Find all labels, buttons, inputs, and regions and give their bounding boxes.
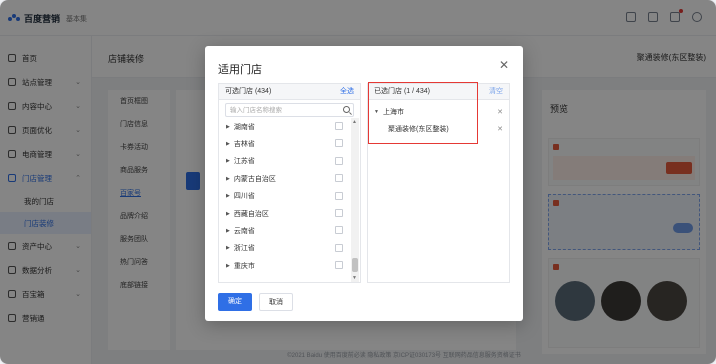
- province-label: 吉林省: [233, 141, 255, 149]
- province-item[interactable]: ▶ 云南省: [219, 222, 351, 239]
- province-checkbox[interactable]: [335, 226, 343, 235]
- search-icon[interactable]: [343, 106, 350, 113]
- province-label: 重庆市: [233, 262, 255, 270]
- province-item[interactable]: ▶ 浙江省: [219, 240, 351, 257]
- remove-store-icon[interactable]: ✕: [497, 125, 503, 133]
- province-label: 内蒙古自治区: [233, 175, 276, 183]
- province-label: 湖南省: [233, 123, 255, 131]
- province-checkbox[interactable]: [335, 261, 343, 270]
- available-stores-panel: 可选门店 (434) 全选 ▶湖南省 ▶吉林省 ▶江苏省 ▶内蒙古自治区 ▶四川…: [218, 83, 361, 283]
- dialog-title: 适用门店: [218, 64, 262, 76]
- province-label: 江苏省: [233, 158, 255, 166]
- caret-right-icon[interactable]: ▶: [226, 176, 230, 182]
- caret-right-icon[interactable]: ▶: [226, 211, 230, 217]
- cancel-button[interactable]: 取消: [259, 293, 293, 311]
- close-icon[interactable]: ✕: [499, 58, 509, 72]
- annotation-highlight-box: [368, 82, 478, 144]
- caret-right-icon[interactable]: ▶: [226, 193, 230, 199]
- scrollbar-thumb[interactable]: [352, 258, 358, 272]
- province-list: ▶ 湖南省 ▶ 吉林省 ▶ 江苏省 ▶ 内蒙古自治区 ▶ 四川省 ▶ 西藏自治区 ▶ 云南省 …: [219, 118, 351, 282]
- remove-city-icon[interactable]: ✕: [497, 108, 503, 116]
- scroll-down-icon[interactable]: ▼: [352, 275, 357, 281]
- province-checkbox[interactable]: [335, 243, 343, 252]
- province-checkbox[interactable]: [335, 191, 343, 200]
- province-item[interactable]: ▶ 西藏自治区: [219, 205, 351, 222]
- clear-link[interactable]: 清空: [489, 84, 503, 100]
- caret-right-icon[interactable]: ▶: [226, 228, 230, 234]
- caret-right-icon[interactable]: ▶: [226, 263, 230, 269]
- caret-right-icon[interactable]: ▶: [226, 124, 230, 130]
- available-stores-header: 可选门店 (434) 全选: [219, 84, 360, 100]
- province-checkbox[interactable]: [335, 174, 343, 183]
- scroll-up-icon[interactable]: ▲: [352, 119, 357, 125]
- select-all-link[interactable]: 全选: [340, 84, 354, 100]
- caret-right-icon[interactable]: ▶: [226, 158, 230, 164]
- available-count: 可选门店 (434): [225, 88, 272, 95]
- province-item[interactable]: ▶ 内蒙古自治区: [219, 170, 351, 187]
- province-checkbox[interactable]: [335, 156, 343, 165]
- province-checkbox[interactable]: [335, 139, 343, 148]
- province-item[interactable]: ▶ 江苏省: [219, 153, 351, 170]
- province-label: 四川省: [233, 193, 255, 201]
- store-search-box: [225, 103, 354, 117]
- caret-right-icon[interactable]: ▶: [226, 245, 230, 251]
- app-window: 百度营销 基本集 首页 站点管理 ⌄ 内容中心 ⌄ 页面优化 ⌄ 电商管理 ⌄ 门店管理…: [0, 0, 716, 364]
- province-item[interactable]: ▶ 湖南省: [219, 118, 351, 135]
- province-checkbox[interactable]: [335, 122, 343, 130]
- province-scrollbar[interactable]: ▲ ▼: [351, 118, 359, 282]
- province-label: 西藏自治区: [233, 210, 269, 218]
- province-label: 云南省: [233, 228, 255, 236]
- caret-right-icon[interactable]: ▶: [226, 141, 230, 147]
- province-item[interactable]: ▶ 四川省: [219, 188, 351, 205]
- store-search-input[interactable]: [226, 104, 336, 116]
- province-item[interactable]: ▶ 吉林省: [219, 135, 351, 152]
- confirm-button[interactable]: 确定: [218, 293, 252, 311]
- province-checkbox[interactable]: [335, 208, 343, 217]
- province-item[interactable]: ▶ 重庆市: [219, 257, 351, 274]
- province-label: 浙江省: [233, 245, 255, 253]
